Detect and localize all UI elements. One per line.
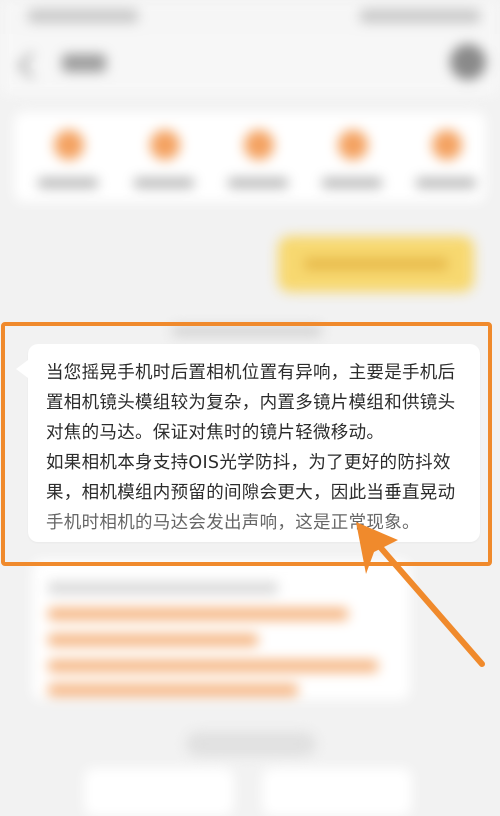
shortcut-item[interactable]	[406, 130, 486, 200]
page-title-blurred	[62, 54, 106, 72]
top-navigation-bar	[0, 34, 500, 96]
shortcut-item[interactable]	[28, 130, 108, 200]
avatar[interactable]	[450, 44, 486, 80]
status-bar	[0, 0, 500, 34]
highlight-frame	[1, 322, 492, 566]
user-message-bubble-blurred	[278, 236, 474, 292]
back-icon[interactable]	[18, 52, 45, 79]
bottom-pill-blurred[interactable]	[186, 732, 316, 756]
shortcut-item[interactable]	[218, 130, 298, 200]
bottom-button-right-blurred[interactable]	[262, 768, 412, 816]
shortcut-item[interactable]	[124, 130, 204, 200]
bottom-button-left-blurred[interactable]	[84, 768, 234, 816]
status-bar-right-blurred	[360, 9, 480, 23]
shortcut-row	[14, 112, 486, 202]
chat-screen: 当您摇晃手机时后置相机位置有异响，主要是手机后 置相机镜头模组较为复杂，内置多镜…	[0, 0, 500, 816]
answer-card-blurred	[32, 560, 410, 700]
shortcut-item[interactable]	[312, 130, 392, 200]
status-bar-left-blurred	[28, 9, 138, 23]
